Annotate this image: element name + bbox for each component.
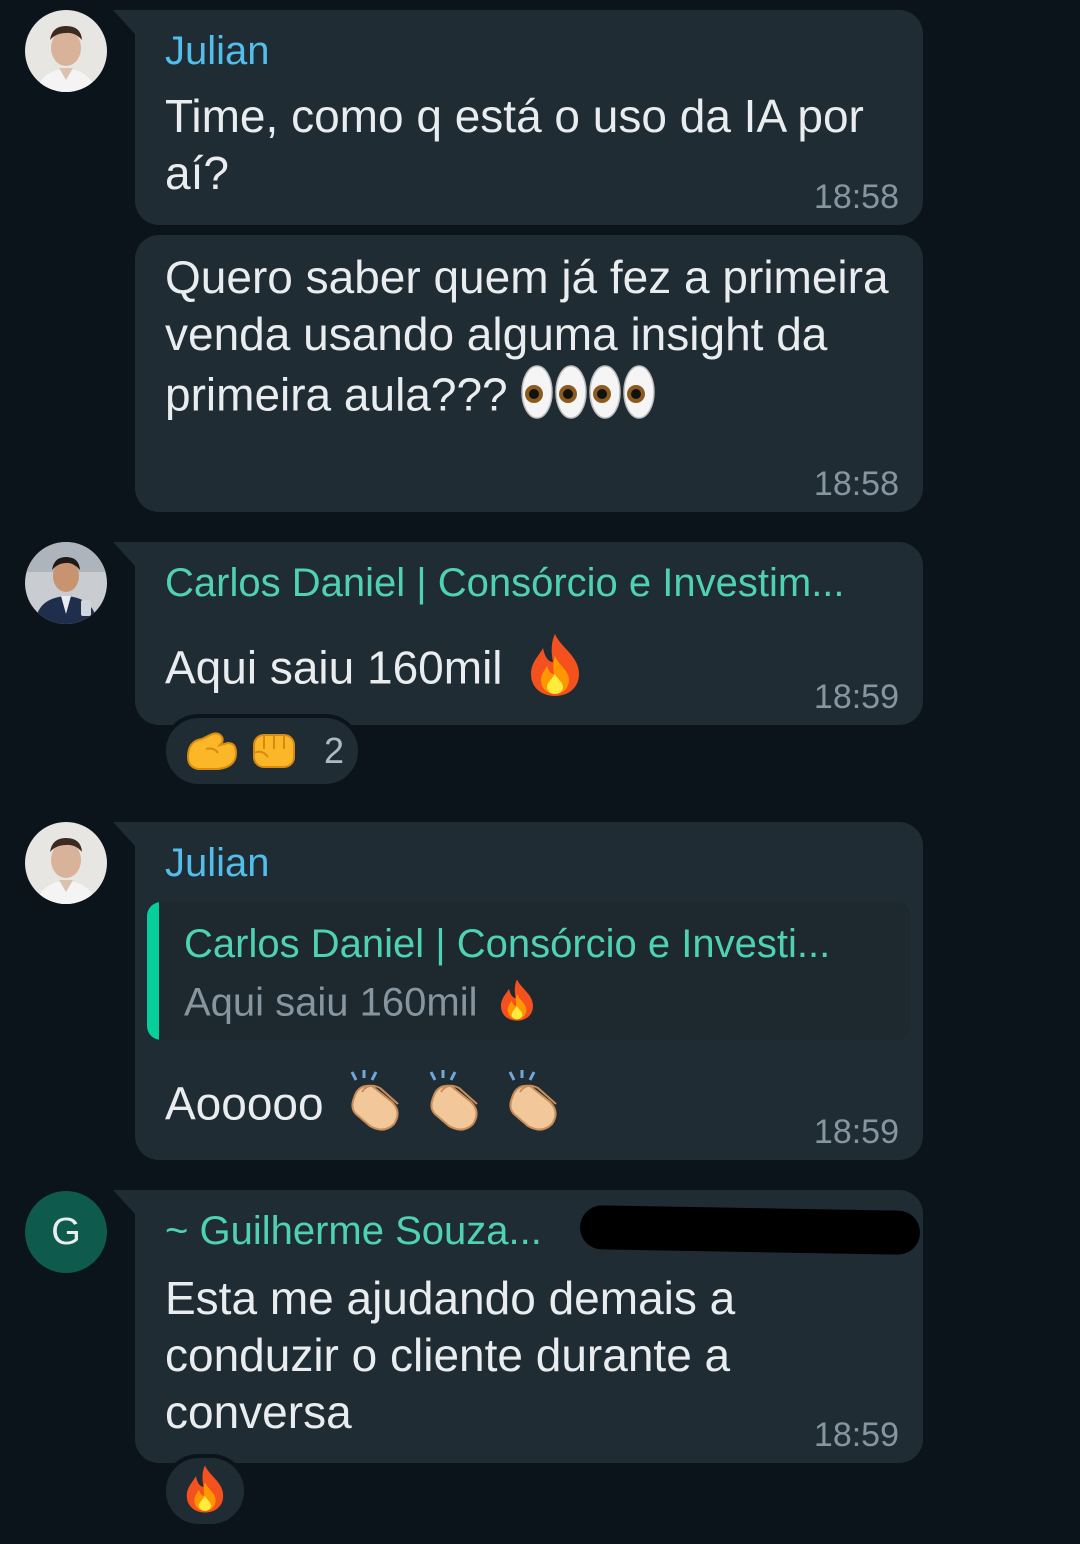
message-reactions[interactable]: 2	[162, 714, 362, 788]
avatar-julian[interactable]	[25, 10, 107, 92]
sender-name[interactable]: Carlos Daniel | Consórcio e Investim...	[165, 561, 845, 606]
avatar-carlos-daniel[interactable]	[25, 542, 107, 624]
message-time: 18:58	[813, 178, 899, 216]
fire-icon	[182, 1464, 228, 1519]
message-text: Esta me ajudando demais a conduzir o cli…	[165, 1272, 736, 1438]
fire-icon	[525, 632, 585, 711]
fire-icon	[497, 978, 537, 1032]
message-bubble[interactable]: Julian Time, como q está o uso da IA por…	[113, 10, 923, 225]
message-bubble[interactable]: ~ Guilherme Souza... Esta me ajudando de…	[113, 1190, 923, 1463]
message-text: Aqui saiu 160mil	[165, 632, 893, 711]
message-text: Quero saber quem já fez a primeira venda…	[165, 249, 893, 434]
message-reactions[interactable]	[162, 1454, 248, 1528]
message-time: 18:59	[813, 1113, 899, 1151]
message-bubble[interactable]: Carlos Daniel | Consórcio e Investim... …	[113, 542, 923, 725]
bubble-tail	[113, 10, 135, 34]
message-text: Aooooo	[165, 1068, 893, 1147]
avatar-julian[interactable]	[25, 822, 107, 904]
message-text-body: Aooooo	[165, 1077, 324, 1130]
message-text-body: Aqui saiu 160mil	[165, 641, 503, 694]
message-bubble[interactable]: Quero saber quem já fez a primeira venda…	[135, 235, 923, 512]
avatar-guilherme[interactable]: G	[25, 1191, 107, 1273]
message-time: 18:59	[813, 1416, 899, 1454]
clapping-hands-icon	[423, 1068, 489, 1147]
chat-messages: Julian Time, como q está o uso da IA por…	[0, 0, 1080, 1544]
sender-name[interactable]: Julian	[165, 29, 270, 74]
message-bubble[interactable]: Julian Carlos Daniel | Consórcio e Inves…	[113, 822, 923, 1160]
message-time: 18:58	[813, 465, 899, 503]
sender-name[interactable]: Julian	[165, 841, 270, 886]
message-time: 18:59	[813, 678, 899, 716]
quoted-text-body: Aqui saiu 160mil	[184, 980, 478, 1025]
quoted-sender-name: Carlos Daniel | Consórcio e Investi...	[184, 922, 831, 966]
clapping-hands-icon	[502, 1068, 568, 1147]
bubble-tail	[113, 1190, 135, 1214]
message-text: Time, como q está o uso da IA por aí?	[165, 90, 864, 199]
quote-accent-bar	[147, 902, 159, 1040]
sender-name[interactable]: ~ Guilherme Souza...	[165, 1209, 542, 1254]
quoted-message[interactable]: Carlos Daniel | Consórcio e Investi... A…	[147, 902, 911, 1040]
eyes-icon	[520, 363, 588, 434]
quoted-text: Aqui saiu 160mil	[184, 978, 537, 1032]
bubble-tail	[113, 822, 135, 846]
reaction-count: 2	[324, 730, 345, 771]
eyes-icon	[588, 363, 656, 434]
clapping-hands-icon	[344, 1068, 410, 1147]
bubble-tail	[113, 542, 135, 566]
flexed-biceps-icon	[184, 727, 238, 776]
oncoming-fist-icon	[248, 727, 302, 776]
redacted-phone-number	[579, 1205, 921, 1255]
